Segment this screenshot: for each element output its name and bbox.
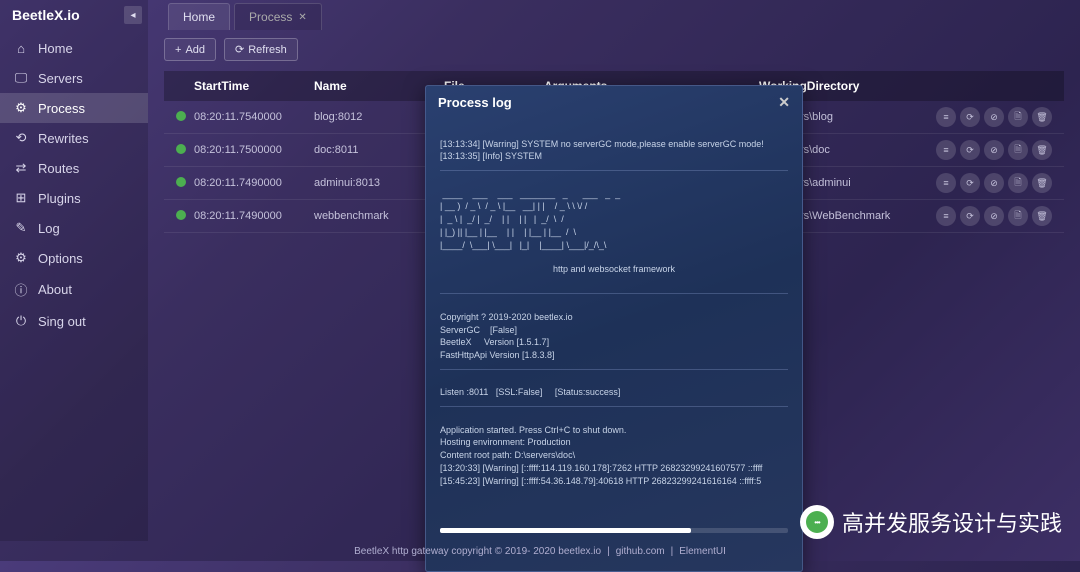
sidebar-item-process[interactable]: ⚙ Process (0, 93, 148, 123)
sidebar-item-sing-out[interactable]: ⏻ Sing out (0, 306, 148, 336)
sidebar-item-plugins[interactable]: ⊞ Plugins (0, 183, 148, 213)
sidebar: ⌂ Home 🖵 Servers ⚙ Process ⟲ Rewrites ⇄ Routes ⊞ Pl… (0, 30, 148, 541)
servers-icon: 🖵 (14, 70, 28, 86)
elementui-link[interactable]: ElementUI (679, 546, 726, 557)
sidebar-item-servers[interactable]: 🖵 Servers (0, 63, 148, 93)
github-link[interactable]: github.com (616, 546, 665, 557)
rewrites-icon: ⟲ (14, 130, 28, 146)
sidebar-item-label: Process (38, 101, 85, 116)
log-scrollbar[interactable] (440, 528, 788, 533)
tab-bar: HomeProcess✕ (148, 0, 1080, 30)
sidebar-item-label: Plugins (38, 191, 81, 206)
home-icon: ⌂ (14, 41, 28, 56)
sidebar-item-about[interactable]: ⓘ About (0, 273, 148, 306)
wechat-icon (800, 505, 834, 539)
sidebar-item-label: Servers (38, 71, 83, 86)
tab-close-icon[interactable]: ✕ (298, 12, 306, 23)
modal-title: Process log (438, 95, 512, 110)
sidebar-item-label: Home (38, 41, 73, 56)
sidebar-item-routes[interactable]: ⇄ Routes (0, 153, 148, 183)
about-icon: ⓘ (14, 280, 28, 299)
collapse-sidebar-button[interactable]: ◂ (124, 6, 142, 24)
sidebar-item-label: Sing out (38, 314, 86, 329)
logo: BeetleX.io (12, 7, 80, 23)
footer: BeetleX http gateway copyright © 2019- 2… (0, 541, 1080, 561)
tab-home[interactable]: Home (168, 3, 230, 30)
process-icon: ⚙ (14, 100, 28, 116)
plugins-icon: ⊞ (14, 190, 28, 206)
sidebar-item-home[interactable]: ⌂ Home (0, 34, 148, 63)
sidebar-item-label: Options (38, 251, 83, 266)
log-icon: ✎ (14, 220, 28, 236)
sidebar-item-label: Rewrites (38, 131, 89, 146)
log-output: [13:13:34] [Warring] SYSTEM no serverGC … (426, 119, 802, 571)
sidebar-item-rewrites[interactable]: ⟲ Rewrites (0, 123, 148, 153)
close-icon[interactable]: ✕ (778, 94, 790, 111)
tab-process[interactable]: Process✕ (234, 3, 322, 30)
sidebar-item-label: About (38, 282, 72, 297)
process-log-modal: Process log ✕ [13:13:34] [Warring] SYSTE… (425, 85, 803, 572)
sidebar-item-options[interactable]: ⚙ Options (0, 243, 148, 273)
options-icon: ⚙ (14, 250, 28, 266)
watermark: 高并发服务设计与实践 (800, 505, 1062, 539)
sing out-icon: ⏻ (14, 313, 28, 329)
routes-icon: ⇄ (14, 160, 28, 176)
sidebar-item-label: Log (38, 221, 60, 236)
sidebar-item-log[interactable]: ✎ Log (0, 213, 148, 243)
sidebar-item-label: Routes (38, 161, 79, 176)
